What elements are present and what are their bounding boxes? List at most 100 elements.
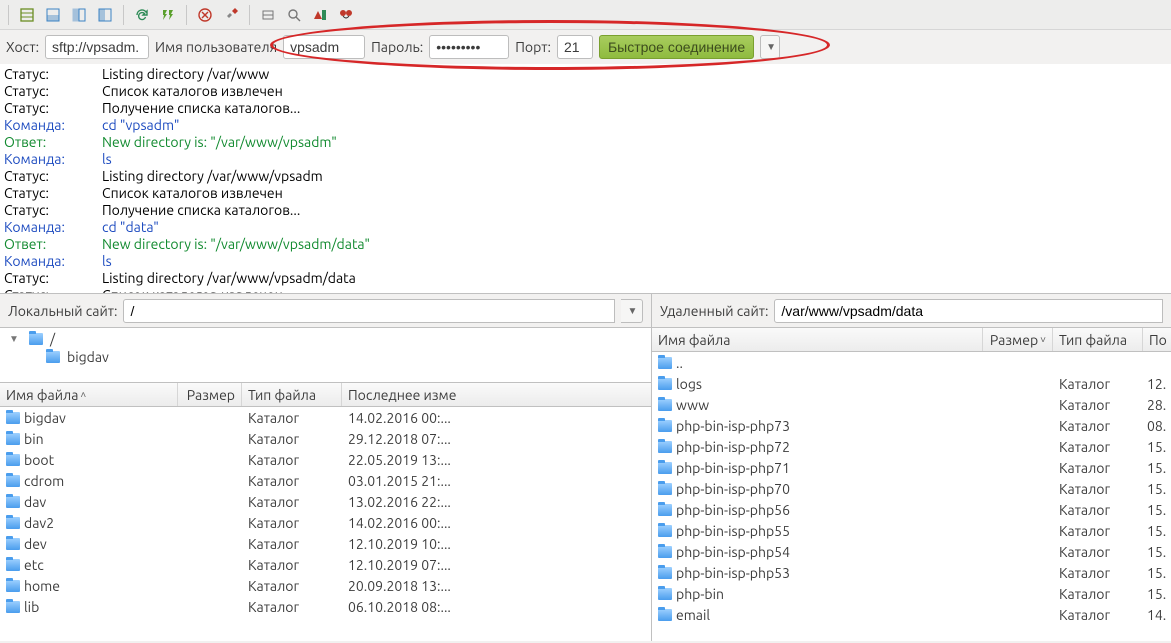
toggle-logpane-icon[interactable] xyxy=(41,4,65,26)
log-line: Статус:Listing directory /var/www xyxy=(4,66,1167,83)
header-date[interactable]: Последнее изме xyxy=(342,383,651,406)
process-queue-icon[interactable] xyxy=(156,4,180,26)
log-line: Ответ:New directory is: "/var/www/vpsadm… xyxy=(4,236,1167,253)
folder-icon xyxy=(658,525,672,537)
folder-icon xyxy=(6,559,20,571)
panes: Локальный сайт: ▼ ▼ / bigdav Имя файла ˄… xyxy=(0,294,1171,641)
folder-icon xyxy=(658,378,672,390)
tree-root-label[interactable]: / xyxy=(50,331,55,347)
list-item[interactable]: dav2Каталог14.02.2016 00:... xyxy=(0,512,651,533)
header-name[interactable]: Имя файла xyxy=(6,387,78,403)
folder-icon xyxy=(658,420,672,432)
log-line: Статус:Получение списка каталогов... xyxy=(4,100,1167,117)
compare-icon[interactable] xyxy=(308,4,332,26)
username-input[interactable] xyxy=(283,35,365,59)
header-type[interactable]: Тип файла xyxy=(242,383,342,406)
local-site-bar: Локальный сайт: ▼ xyxy=(0,294,651,328)
list-item[interactable]: php-bin-isp-php53Каталог15. xyxy=(652,562,1171,583)
list-item[interactable]: .. xyxy=(652,352,1171,373)
remote-list-headers[interactable]: Имя файла Размер ˅ Тип файла По xyxy=(652,328,1171,352)
list-item[interactable]: php-binКаталог15. xyxy=(652,583,1171,604)
port-input[interactable] xyxy=(557,35,593,59)
quickconnect-button[interactable]: Быстрое соединение xyxy=(599,35,754,59)
list-item[interactable]: php-bin-isp-php73Каталог08. xyxy=(652,415,1171,436)
header-misc[interactable]: По xyxy=(1143,328,1171,351)
header-type[interactable]: Тип файла xyxy=(1053,328,1143,351)
log-line: Команда:ls xyxy=(4,151,1167,168)
local-list-headers[interactable]: Имя файла ˄ Размер Тип файла Последнее и… xyxy=(0,383,651,407)
list-item[interactable]: php-bin-isp-php54Каталог15. xyxy=(652,541,1171,562)
log-line: Статус:Listing directory /var/www/vpsadm xyxy=(4,168,1167,185)
list-item[interactable]: libКаталог06.10.2018 08:... xyxy=(0,596,651,617)
local-path-dropdown[interactable]: ▼ xyxy=(621,299,643,323)
list-item[interactable]: wwwКаталог28. xyxy=(652,394,1171,415)
log-line: Команда:cd "vpsadm" xyxy=(4,117,1167,134)
list-item[interactable]: logsКаталог12. xyxy=(652,373,1171,394)
remote-path-input[interactable] xyxy=(774,299,1163,323)
folder-icon xyxy=(658,567,672,579)
folder-icon xyxy=(6,601,20,613)
list-item[interactable]: php-bin-isp-php56Каталог15. xyxy=(652,499,1171,520)
refresh-icon[interactable] xyxy=(130,4,154,26)
list-item[interactable]: davКаталог13.02.2016 22:... xyxy=(0,491,651,512)
toolbar-separator xyxy=(123,5,124,25)
folder-icon xyxy=(6,580,20,592)
host-input[interactable] xyxy=(45,35,149,59)
list-item[interactable]: cdromКаталог03.01.2015 21:... xyxy=(0,470,651,491)
tree-expand-icon[interactable]: ▼ xyxy=(8,333,20,345)
local-file-list[interactable]: bigdavКаталог14.02.2016 00:...binКаталог… xyxy=(0,407,651,641)
log-line: Команда:ls xyxy=(4,253,1167,270)
local-tree[interactable]: ▼ / bigdav xyxy=(0,328,651,383)
folder-icon xyxy=(29,333,43,345)
log-line: Статус:Список каталогов извлечен xyxy=(4,83,1167,100)
list-item[interactable]: devКаталог12.10.2019 10:... xyxy=(0,533,651,554)
remote-file-list[interactable]: ..logsКаталог12.wwwКаталог28.php-bin-isp… xyxy=(652,352,1171,641)
list-item[interactable]: php-bin-isp-php72Каталог15. xyxy=(652,436,1171,457)
folder-icon xyxy=(6,475,20,487)
folder-icon xyxy=(658,441,672,453)
message-log: Статус:Listing directory /var/wwwСтатус:… xyxy=(0,64,1171,294)
local-pane: Локальный сайт: ▼ ▼ / bigdav Имя файла ˄… xyxy=(0,294,652,641)
sort-asc-icon: ˄ xyxy=(80,389,86,401)
header-size[interactable]: Размер xyxy=(178,383,242,406)
list-item[interactable]: emailКаталог14. xyxy=(652,604,1171,625)
list-item[interactable]: binКаталог29.12.2018 07:... xyxy=(0,428,651,449)
toggle-queuepane-icon[interactable] xyxy=(93,4,117,26)
log-line: Статус:Список каталогов извлечен xyxy=(4,185,1167,202)
list-item[interactable]: etcКаталог12.10.2019 07:... xyxy=(0,554,651,575)
host-label: Хост: xyxy=(6,39,39,55)
list-item[interactable]: php-bin-isp-php71Каталог15. xyxy=(652,457,1171,478)
reconnect-icon[interactable] xyxy=(256,4,280,26)
quickconnect-bar: Хост: Имя пользователя Пароль: Порт: Быс… xyxy=(0,30,1171,64)
folder-icon xyxy=(658,462,672,474)
list-item[interactable]: bootКаталог22.05.2019 13:... xyxy=(0,449,651,470)
port-label: Порт: xyxy=(515,39,551,55)
folder-icon xyxy=(6,538,20,550)
list-item[interactable]: homeКаталог20.09.2018 13:... xyxy=(0,575,651,596)
tree-item-label[interactable]: bigdav xyxy=(67,349,109,365)
remote-site-bar: Удаленный сайт: xyxy=(652,294,1171,328)
folder-icon xyxy=(658,588,672,600)
toolbar-separator xyxy=(249,5,250,25)
toggle-localtree-icon[interactable] xyxy=(67,4,91,26)
header-name[interactable]: Имя файла xyxy=(652,328,983,351)
list-item[interactable]: php-bin-isp-php55Каталог15. xyxy=(652,520,1171,541)
list-item[interactable]: bigdavКаталог14.02.2016 00:... xyxy=(0,407,651,428)
list-item[interactable]: php-bin-isp-php70Каталог15. xyxy=(652,478,1171,499)
filter-icon[interactable] xyxy=(282,4,306,26)
folder-icon xyxy=(658,609,672,621)
remote-pane: Удаленный сайт: Имя файла Размер ˅ Тип ф… xyxy=(652,294,1171,641)
password-input[interactable] xyxy=(429,35,509,59)
cancel-icon[interactable] xyxy=(193,4,217,26)
find-icon[interactable] xyxy=(334,4,358,26)
main-toolbar xyxy=(0,0,1171,30)
header-size[interactable]: Размер xyxy=(990,332,1038,348)
username-label: Имя пользователя xyxy=(155,39,277,55)
folder-icon xyxy=(6,454,20,466)
quickconnect-history-dropdown[interactable]: ▼ xyxy=(760,35,780,59)
local-path-input[interactable] xyxy=(123,299,615,323)
log-line: Команда:cd "data" xyxy=(4,219,1167,236)
toolbar-separator xyxy=(186,5,187,25)
sitemanager-icon[interactable] xyxy=(15,4,39,26)
disconnect-icon[interactable] xyxy=(219,4,243,26)
